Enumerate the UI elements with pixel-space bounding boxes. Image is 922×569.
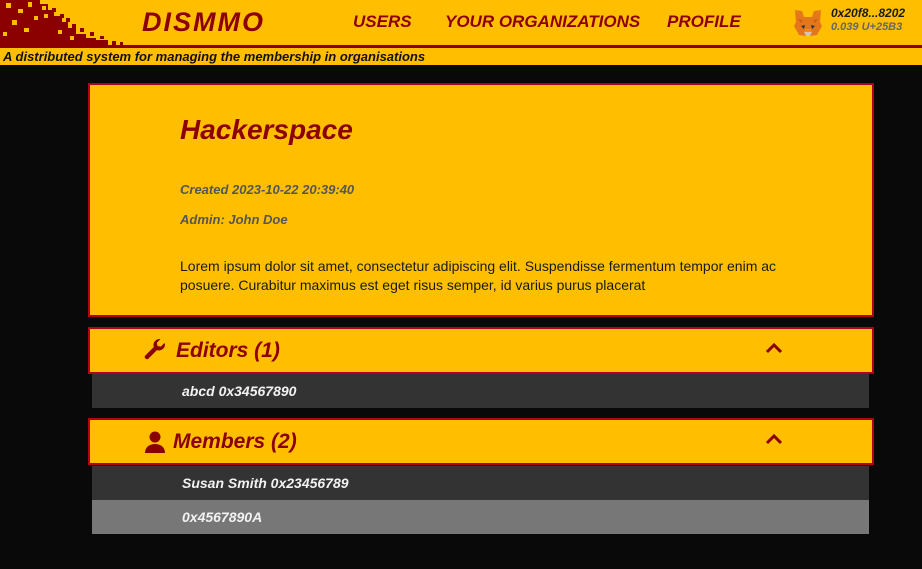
- organization-created: Created 2023-10-22 20:39:40: [180, 182, 355, 197]
- logo-pixel-graphic: [0, 0, 123, 45]
- organization-description: Lorem ipsum dolor sit amet, consectetur …: [180, 258, 777, 293]
- wrench-icon: [144, 339, 165, 360]
- tagline-bar: A distributed system for managing the me…: [0, 48, 922, 65]
- wallet-account[interactable]: 0x20f8...8202: [831, 6, 905, 20]
- member-label: 0x4567890A: [182, 509, 263, 525]
- nav-users[interactable]: USERS: [353, 12, 412, 32]
- brand-title[interactable]: DISMMO: [142, 7, 265, 38]
- user-icon: [145, 431, 165, 453]
- editor-label: abcd 0x34567890: [182, 383, 297, 399]
- member-row[interactable]: Susan Smith 0x23456789: [92, 466, 869, 500]
- organization-name: Hackerspace: [180, 114, 353, 145]
- top-bar: DISMMO USERS YOUR ORGANIZATIONS PROFILE …: [0, 0, 922, 45]
- editor-row[interactable]: abcd 0x34567890: [92, 374, 869, 408]
- wallet-balance: 0.039 U+25B3: [831, 21, 903, 33]
- member-row[interactable]: 0x4567890A: [92, 500, 869, 534]
- organization-card: Hackerspace Created 2023-10-22 20:39:40 …: [88, 83, 874, 317]
- chevron-up-icon[interactable]: [764, 341, 784, 355]
- members-section-header[interactable]: Members (2): [88, 418, 874, 465]
- chevron-up-icon[interactable]: [764, 432, 784, 446]
- member-label: Susan Smith 0x23456789: [182, 475, 349, 491]
- members-title: Members (2): [173, 430, 297, 453]
- tagline: A distributed system for managing the me…: [3, 49, 426, 64]
- editors-title: Editors (1): [176, 339, 280, 362]
- editors-section-header[interactable]: Editors (1): [88, 327, 874, 374]
- organization-admin: Admin: John Doe: [180, 212, 288, 227]
- metamask-fox-icon[interactable]: [792, 8, 824, 38]
- nav-profile[interactable]: PROFILE: [667, 12, 741, 32]
- nav-your-organizations[interactable]: YOUR ORGANIZATIONS: [445, 12, 640, 32]
